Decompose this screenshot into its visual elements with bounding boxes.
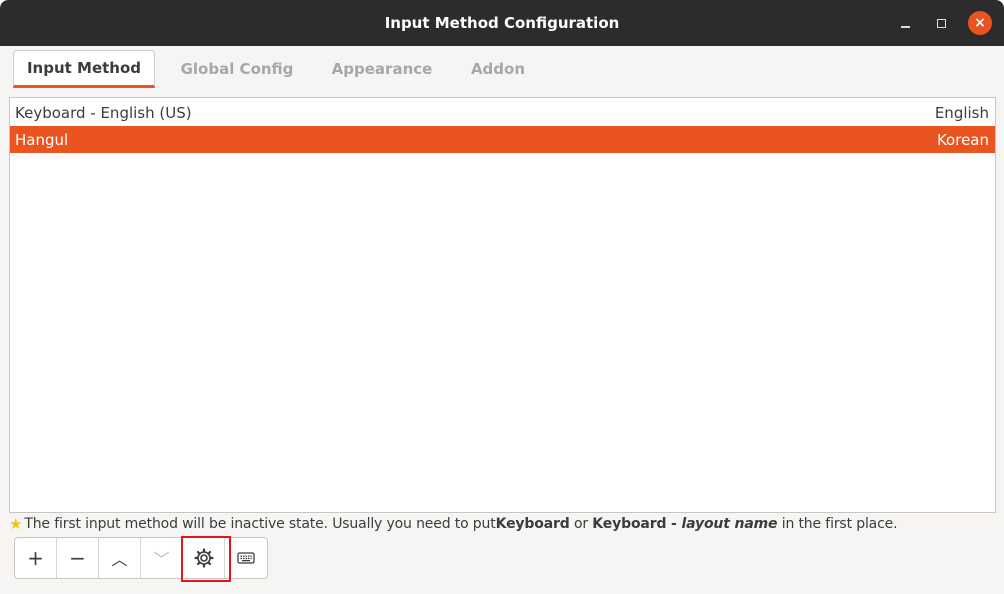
keyboard-icon [237, 552, 255, 564]
move-down-button[interactable]: ﹀ [141, 538, 183, 578]
input-method-name: Hangul [15, 130, 69, 149]
tab-global-config[interactable]: Global Config [166, 50, 308, 88]
list-item[interactable]: Keyboard - English (US) English [10, 99, 995, 126]
tab-bar: Input Method Global Config Appearance Ad… [0, 46, 1004, 90]
minimize-icon [900, 26, 910, 28]
remove-input-method-button[interactable]: − [57, 538, 99, 578]
hint-bold-italic-layout-name: layout name [681, 516, 778, 532]
gear-icon [193, 548, 214, 568]
plus-icon: + [27, 546, 44, 570]
hint-text: ★ The first input method will be inactiv… [9, 514, 898, 534]
window-title: Input Method Configuration [384, 14, 620, 32]
close-icon: × [974, 15, 986, 31]
list-toolbar: + − ︿ ﹀ [14, 536, 268, 582]
maximize-icon [936, 18, 946, 28]
hint-text-part: or [569, 516, 593, 532]
configure-input-method-button[interactable] [181, 536, 231, 582]
maximize-button[interactable] [929, 11, 953, 35]
close-button[interactable]: × [968, 11, 992, 35]
chevron-down-icon: ﹀ [153, 550, 170, 569]
minus-icon: − [69, 546, 86, 570]
add-input-method-button[interactable]: + [15, 538, 57, 578]
input-method-language: Korean [936, 130, 989, 149]
input-method-language: English [934, 103, 989, 122]
list-item-selected[interactable]: Hangul Korean [10, 126, 995, 153]
hint-bold-keyboard-layout: Keyboard - [592, 516, 682, 532]
hint-text-part: in the first place. [777, 516, 898, 532]
minimize-button[interactable] [893, 11, 917, 35]
tab-addon[interactable]: Addon [458, 50, 538, 88]
hint-bold-keyboard: Keyboard [495, 516, 570, 532]
input-method-config-window: Input Method Configuration × Input Metho… [0, 0, 1004, 594]
tab-appearance[interactable]: Appearance [315, 50, 449, 88]
keyboard-layout-button[interactable] [225, 538, 267, 578]
star-icon: ★ [9, 515, 23, 533]
chevron-up-icon: ︿ [111, 550, 128, 569]
title-bar[interactable]: Input Method Configuration × [0, 0, 1004, 46]
input-method-name: Keyboard - English (US) [15, 103, 192, 122]
input-method-list[interactable]: Keyboard - English (US) English Hangul K… [9, 97, 996, 513]
move-up-button[interactable]: ︿ [99, 538, 141, 578]
hint-text-part: The first input method will be inactive … [24, 516, 496, 532]
tab-input-method[interactable]: Input Method [13, 50, 155, 88]
